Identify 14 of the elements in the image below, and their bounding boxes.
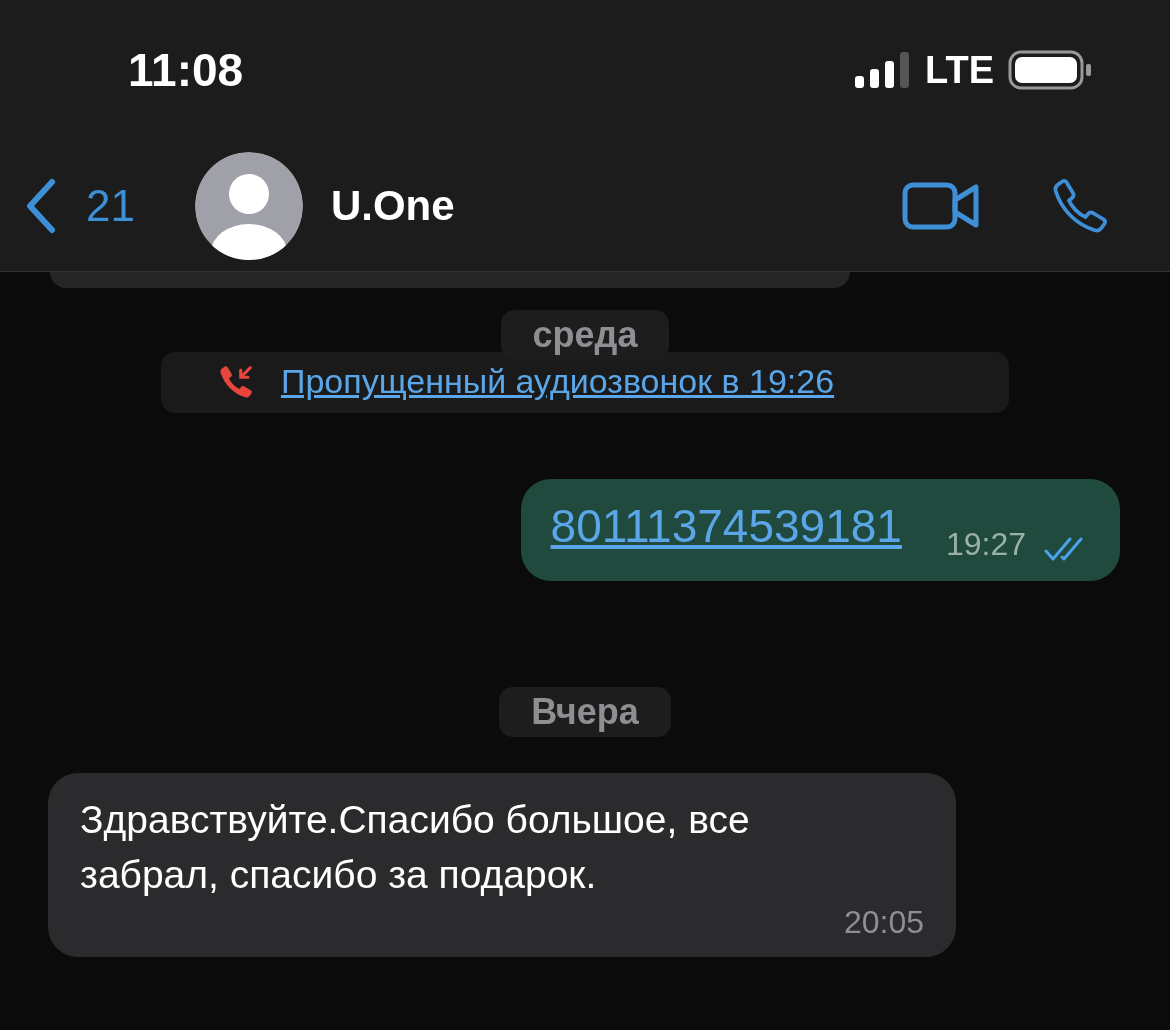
battery-icon (1008, 50, 1092, 90)
signal-icon (855, 52, 912, 88)
date-label: Вчера (499, 687, 671, 737)
phone-number-link[interactable]: 80111374539181 (550, 499, 902, 553)
status-time: 11:08 (128, 43, 244, 97)
back-button[interactable]: 21 (24, 177, 135, 234)
avatar-icon[interactable] (194, 151, 303, 260)
network-label: LTE (925, 48, 994, 92)
contact-name[interactable]: U.One (330, 181, 455, 230)
chevron-icon (24, 177, 58, 234)
message-time: 20:05 (843, 904, 924, 942)
missed-call-link[interactable]: Пропущенный аудиозвонок в 19:26 (281, 362, 835, 401)
message-text: Здравствуйте.Спасибо большое, все забрал, спасибо за подарок. (80, 797, 751, 898)
message-time: 19:27 (945, 526, 1026, 563)
